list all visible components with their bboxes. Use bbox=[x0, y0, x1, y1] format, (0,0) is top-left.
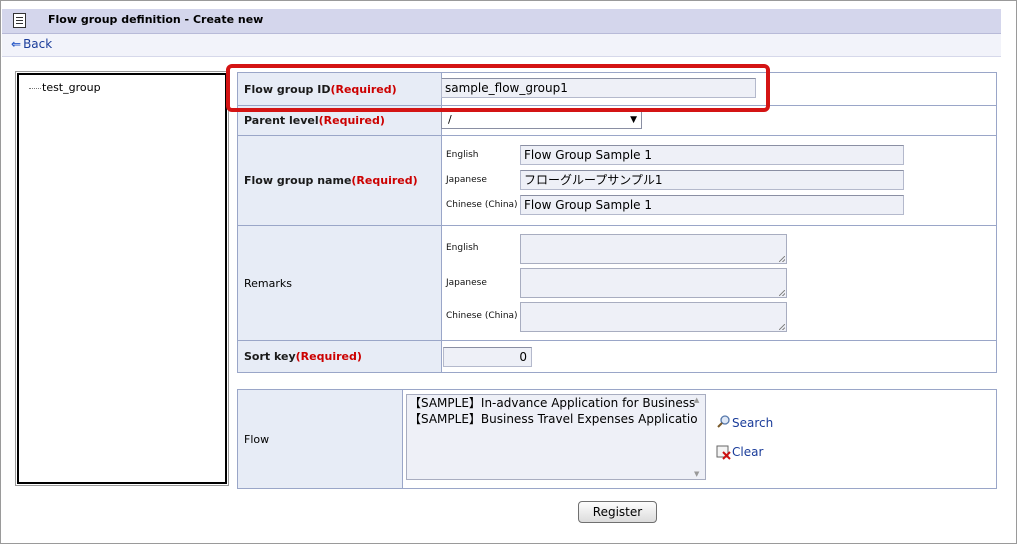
clear-icon bbox=[716, 445, 731, 460]
remarks-chinese-textarea[interactable] bbox=[520, 302, 787, 332]
page-title: Flow group definition - Create new bbox=[48, 13, 264, 26]
remarks-label: Remarks bbox=[237, 225, 442, 341]
flow-list[interactable]: 【SAMPLE】In-advance Application for Busin… bbox=[406, 394, 706, 480]
flow-group-name-japanese-input[interactable]: フローグループサンプル1 bbox=[520, 170, 904, 190]
required-mark: (Required) bbox=[318, 114, 385, 127]
flow-label: Flow bbox=[237, 389, 403, 489]
title-bar: Flow group definition - Create new bbox=[2, 9, 1001, 34]
list-item[interactable]: 【SAMPLE】In-advance Application for Busin… bbox=[407, 395, 705, 411]
back-label: Back bbox=[23, 37, 53, 51]
tree-connector bbox=[29, 87, 41, 89]
tree-node[interactable]: test_group bbox=[29, 81, 101, 94]
scroll-up-icon[interactable]: ▲ bbox=[694, 396, 699, 404]
parent-level-select[interactable]: / ▼ bbox=[441, 111, 642, 129]
back-arrow-icon: ⇐ bbox=[11, 37, 22, 51]
sort-key-input[interactable]: 0 bbox=[443, 347, 532, 367]
scroll-down-icon[interactable]: ▼ bbox=[694, 470, 699, 478]
flow-group-name-label: Flow group name(Required) bbox=[237, 135, 442, 226]
lang-label-japanese: Japanese bbox=[446, 175, 487, 185]
lang-label-chinese: Chinese (China) bbox=[446, 200, 518, 210]
clear-button[interactable]: Clear bbox=[716, 444, 763, 460]
parent-level-value: / bbox=[448, 113, 452, 126]
chevron-down-icon: ▼ bbox=[630, 115, 637, 125]
search-icon bbox=[717, 415, 730, 428]
lang-label-english: English bbox=[446, 243, 479, 253]
list-item[interactable]: 【SAMPLE】Business Travel Expenses Applica… bbox=[407, 411, 705, 427]
required-mark: (Required) bbox=[351, 174, 418, 187]
tree-node-label: test_group bbox=[42, 81, 101, 94]
list-scrollbar[interactable]: ▲ ▼ bbox=[692, 396, 704, 478]
remarks-japanese-textarea[interactable] bbox=[520, 268, 787, 298]
remarks-english-textarea[interactable] bbox=[520, 234, 787, 264]
register-button[interactable]: Register bbox=[578, 501, 657, 523]
back-bar: ⇐ Back bbox=[2, 34, 1001, 57]
highlight-box bbox=[226, 64, 770, 112]
back-link[interactable]: ⇐ Back bbox=[11, 37, 52, 51]
lang-label-chinese: Chinese (China) bbox=[446, 311, 518, 321]
flow-group-name-chinese-input[interactable]: Flow Group Sample 1 bbox=[520, 195, 904, 215]
group-tree: test_group bbox=[15, 71, 229, 486]
sort-key-label: Sort key(Required) bbox=[237, 340, 442, 373]
required-mark: (Required) bbox=[295, 350, 362, 363]
lang-label-japanese: Japanese bbox=[446, 278, 487, 288]
search-button[interactable]: Search bbox=[716, 415, 773, 430]
lang-label-english: English bbox=[446, 150, 479, 160]
flow-group-name-english-input[interactable]: Flow Group Sample 1 bbox=[520, 145, 904, 165]
clipboard-icon bbox=[13, 13, 26, 28]
